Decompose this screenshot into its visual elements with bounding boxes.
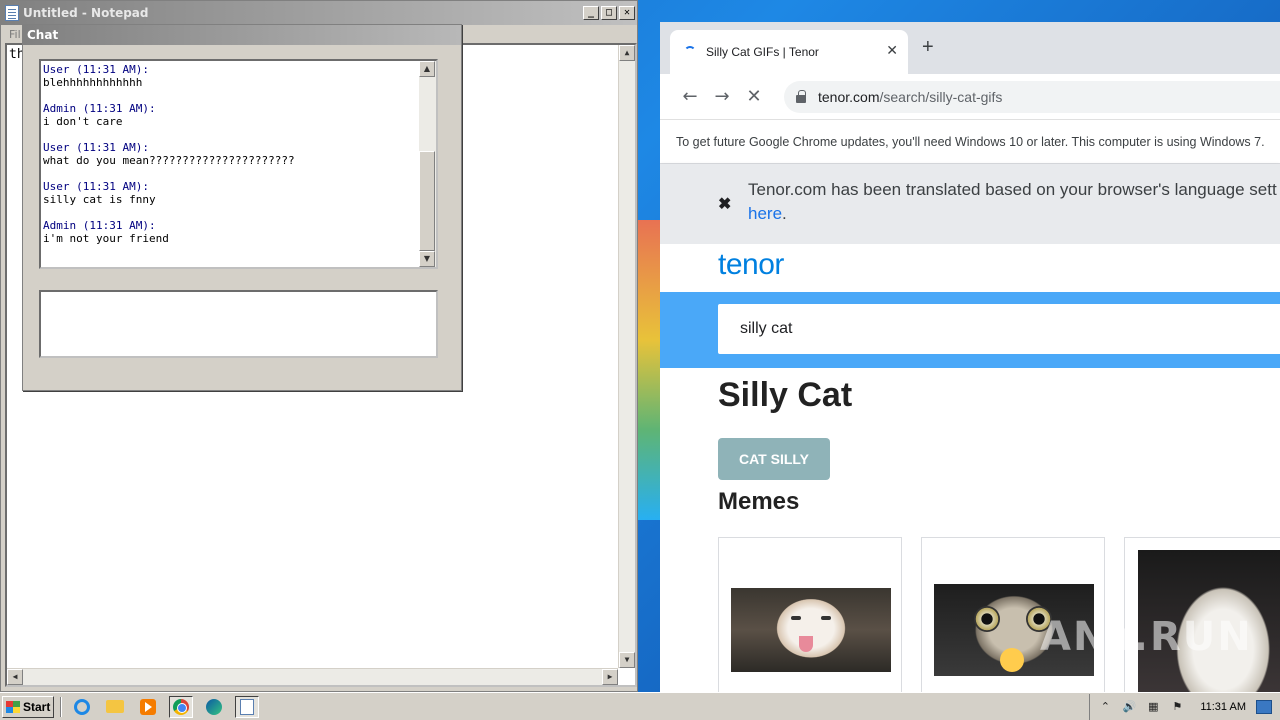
loading-spinner-icon	[684, 46, 696, 58]
chat-message-body: i don't care	[43, 115, 123, 128]
start-label: Start	[23, 699, 51, 714]
taskbar-separator	[60, 696, 62, 717]
media-player-icon[interactable]	[136, 696, 160, 718]
lock-icon[interactable]	[796, 89, 806, 103]
show-desktop-icon[interactable]	[1256, 700, 1272, 714]
chat-message-header: User (11:31 AM):	[43, 63, 149, 76]
chat-message: User (11:31 AM): blehhhhhhhhhhhh	[43, 63, 418, 89]
cat-eye	[791, 616, 801, 620]
chat-scroll-thumb[interactable]	[419, 151, 435, 251]
translate-message: Tenor.com has been translated based on y…	[748, 178, 1277, 226]
translate-text: Tenor.com has been translated based on y…	[748, 180, 1277, 199]
chat-title: Chat	[27, 28, 59, 42]
chat-message-header: Admin (11:31 AM):	[43, 219, 156, 232]
scroll-up-icon[interactable]: ▲	[419, 61, 435, 77]
back-button[interactable]: ←	[674, 86, 706, 107]
system-tray: ⌃ 🔊 ▦ ⚑ 11:31 AM	[1089, 694, 1280, 720]
chat-message-header: Admin (11:31 AM):	[43, 102, 156, 115]
file-explorer-icon[interactable]	[103, 696, 127, 718]
close-icon[interactable]: ✖	[718, 194, 731, 214]
address-bar[interactable]: tenor.com/search/silly-cat-gifs	[784, 80, 1280, 113]
maximize-button[interactable]: □	[601, 6, 617, 20]
clock[interactable]: 11:31 AM	[1200, 701, 1246, 713]
url-host: tenor.com	[818, 88, 880, 105]
chat-log[interactable]: User (11:31 AM): blehhhhhhhhhhhh Admin (…	[39, 59, 438, 269]
close-button[interactable]: ✕	[619, 6, 635, 20]
tab-strip: Silly Cat GIFs | Tenor ✕ +	[660, 22, 1280, 74]
watermark: ANY.RUN	[1040, 614, 1253, 660]
internet-explorer-icon[interactable]	[70, 696, 94, 718]
url-path: /search/silly-cat-gifs	[879, 88, 1003, 105]
notepad-titlebar[interactable]: Untitled - Notepad _ □ ✕	[1, 1, 637, 25]
notepad-title: Untitled - Notepad	[23, 6, 149, 20]
forward-button[interactable]: →	[706, 86, 738, 107]
editor-horizontal-scrollbar[interactable]: ◀ ▶	[7, 668, 618, 685]
translate-banner: ✖ Tenor.com has been translated based on…	[660, 164, 1280, 244]
tenor-header: tenor	[660, 244, 1280, 292]
cat-eye	[821, 616, 831, 620]
gif-image[interactable]	[731, 588, 891, 672]
browser-tab[interactable]: Silly Cat GIFs | Tenor ✕	[670, 30, 908, 74]
browser-toolbar: ← → ✕ tenor.com/search/silly-cat-gifs	[660, 74, 1280, 120]
emoji-icon	[1000, 648, 1024, 672]
browser-window[interactable]: Silly Cat GIFs | Tenor ✕ + ← → ✕ tenor.c…	[660, 22, 1280, 692]
translate-here-link[interactable]: here	[748, 204, 782, 223]
notepad-app-icon	[5, 5, 19, 21]
tenor-logo[interactable]: tenor	[718, 248, 784, 282]
page-title: Silly Cat	[718, 376, 853, 414]
taskbar: Start ⌃ 🔊 ▦ ⚑ 11:31 AM	[0, 692, 1280, 720]
search-input[interactable]: silly cat	[718, 304, 1280, 354]
chat-message-body: i'm not your friend	[43, 232, 169, 245]
windows-logo-icon	[6, 700, 20, 713]
chat-message-body: what do you mean??????????????????????	[43, 154, 295, 167]
new-tab-button[interactable]: +	[922, 36, 934, 59]
chat-message: Admin (11:31 AM): i'm not your friend	[43, 219, 418, 245]
minimize-button[interactable]: _	[583, 6, 599, 20]
action-center-flag-icon[interactable]: ⚑	[1170, 700, 1184, 714]
scroll-down-icon[interactable]: ▼	[619, 652, 635, 668]
section-title: Memes	[718, 488, 800, 515]
chat-message-header: User (11:31 AM):	[43, 141, 149, 154]
translate-suffix: .	[782, 204, 787, 223]
update-infobar: To get future Google Chrome updates, you…	[660, 120, 1280, 164]
chat-message: User (11:31 AM): silly cat is fnny	[43, 180, 418, 206]
scroll-up-icon[interactable]: ▲	[619, 45, 635, 61]
show-hidden-icons-icon[interactable]: ⌃	[1098, 700, 1112, 714]
stop-loading-button[interactable]: ✕	[738, 86, 770, 107]
scroll-down-icon[interactable]: ▼	[419, 251, 435, 267]
gif-card[interactable]	[718, 537, 902, 692]
chat-message: User (11:31 AM): what do you mean???????…	[43, 141, 418, 167]
edge-icon[interactable]	[202, 696, 226, 718]
cat-tongue	[799, 636, 813, 652]
tag-chip-cat-silly[interactable]: CAT SILLY	[718, 438, 830, 480]
chat-titlebar[interactable]: Chat	[23, 25, 461, 45]
scroll-right-icon[interactable]: ▶	[602, 669, 618, 685]
infobar-text: To get future Google Chrome updates, you…	[676, 134, 1265, 149]
scroll-left-icon[interactable]: ◀	[7, 669, 23, 685]
chat-message-body: silly cat is fnny	[43, 193, 156, 206]
notepad-taskbar-icon[interactable]	[235, 695, 259, 718]
cat-eye	[974, 606, 1000, 632]
chat-message-body: blehhhhhhhhhhhh	[43, 76, 143, 89]
chat-input[interactable]	[39, 290, 438, 358]
chat-window[interactable]: Chat User (11:31 AM): blehhhhhhhhhhhh Ad…	[22, 24, 462, 391]
start-button[interactable]: Start	[2, 695, 54, 718]
editor-vertical-scrollbar[interactable]: ▲ ▼	[618, 45, 635, 668]
tab-title: Silly Cat GIFs | Tenor	[706, 45, 819, 59]
chat-message-header: User (11:31 AM):	[43, 180, 149, 193]
volume-icon[interactable]: 🔊	[1122, 700, 1136, 714]
network-icon[interactable]: ▦	[1146, 700, 1160, 714]
desktop-wallpaper-accent	[638, 220, 660, 520]
tab-close-icon[interactable]: ✕	[886, 42, 898, 59]
menu-file[interactable]: Fil	[9, 28, 21, 41]
tenor-search-band: silly cat	[660, 292, 1280, 368]
chat-message: Admin (11:31 AM): i don't care	[43, 102, 418, 128]
chrome-icon[interactable]	[169, 695, 193, 718]
chat-scrollbar[interactable]: ▲ ▼	[419, 61, 436, 267]
